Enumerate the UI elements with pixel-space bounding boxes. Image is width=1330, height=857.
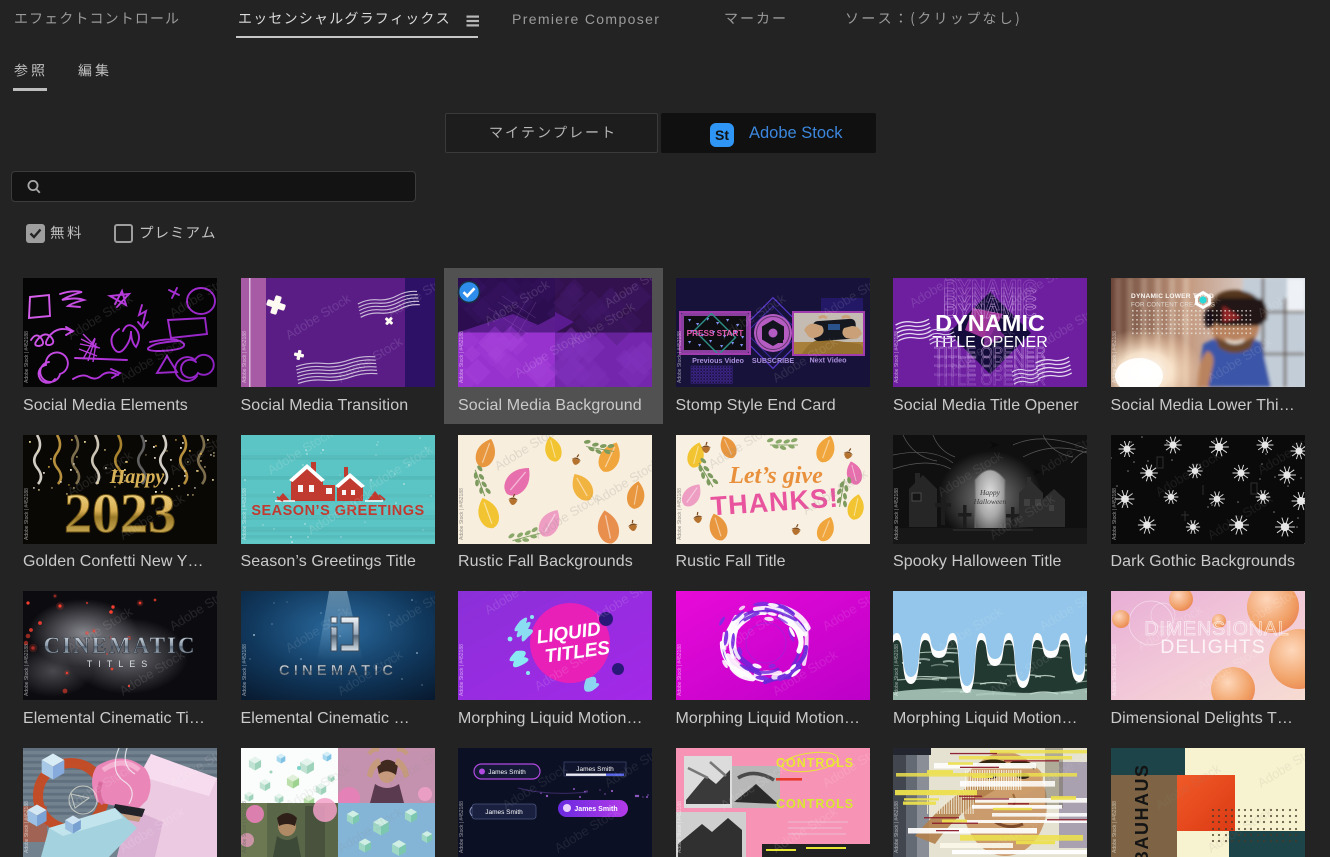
svg-text:Adobe Stock | #452188: Adobe Stock | #452188 [24, 487, 30, 539]
svg-text:James Smith: James Smith [576, 766, 614, 773]
svg-text:Halloween: Halloween [973, 497, 1007, 506]
svg-text:Adobe Stock | #452188: Adobe Stock | #452188 [1112, 487, 1118, 539]
svg-text:Adobe Stock | #452188: Adobe Stock | #452188 [242, 487, 248, 539]
svg-text:Adobe Stock | #452188: Adobe Stock | #452188 [677, 331, 683, 383]
svg-text:Adobe Stock | #452188: Adobe Stock | #452188 [242, 644, 248, 696]
svg-text:DYNAMIC: DYNAMIC [935, 310, 1045, 336]
svg-text:BAUHAUS: BAUHAUS [1132, 763, 1152, 857]
svg-text:Adobe Stock | #452188: Adobe Stock | #452188 [24, 331, 30, 383]
svg-text:Adobe Stock | #452188: Adobe Stock | #452188 [459, 331, 465, 383]
svg-text:Adobe Stock | #452188: Adobe Stock | #452188 [1112, 644, 1118, 696]
svg-text:Adobe Stock | #452188: Adobe Stock | #452188 [894, 331, 900, 383]
svg-text:Previous Video: Previous Video [692, 356, 744, 365]
svg-text:Adobe Stock | #452188: Adobe Stock | #452188 [242, 800, 248, 852]
svg-text:Adobe Stock | #452188: Adobe Stock | #452188 [677, 644, 683, 696]
svg-text:Adobe Stock | #452188: Adobe Stock | #452188 [459, 800, 465, 852]
svg-text:Adobe Stock | #452188: Adobe Stock | #452188 [677, 800, 683, 852]
svg-text:Adobe Stock | #452188: Adobe Stock | #452188 [894, 644, 900, 696]
svg-text:Adobe Stock | #452188: Adobe Stock | #452188 [1112, 800, 1118, 852]
svg-text:Adobe Stock | #452188: Adobe Stock | #452188 [677, 487, 683, 539]
svg-text:TITLES: TITLES [87, 659, 154, 669]
svg-text:James Smith: James Smith [485, 809, 523, 816]
svg-text:Adobe Stock | #452188: Adobe Stock | #452188 [24, 800, 30, 852]
svg-text:Adobe Stock | #452188: Adobe Stock | #452188 [894, 800, 900, 852]
svg-text:Adobe Stock | #452188: Adobe Stock | #452188 [24, 644, 30, 696]
svg-text:Adobe Stock | #452188: Adobe Stock | #452188 [459, 487, 465, 539]
svg-text:Happy: Happy [979, 488, 1001, 497]
svg-text:Adobe Stock | #452188: Adobe Stock | #452188 [1112, 331, 1118, 383]
svg-text:Adobe Stock | #452188: Adobe Stock | #452188 [242, 331, 248, 383]
svg-text:Adobe Stock | #452188: Adobe Stock | #452188 [459, 644, 465, 696]
svg-text:James Smith: James Smith [488, 769, 526, 776]
svg-text:Adobe Stock | #452188: Adobe Stock | #452188 [894, 487, 900, 539]
svg-text:CONTROLS: CONTROLS [776, 797, 854, 811]
